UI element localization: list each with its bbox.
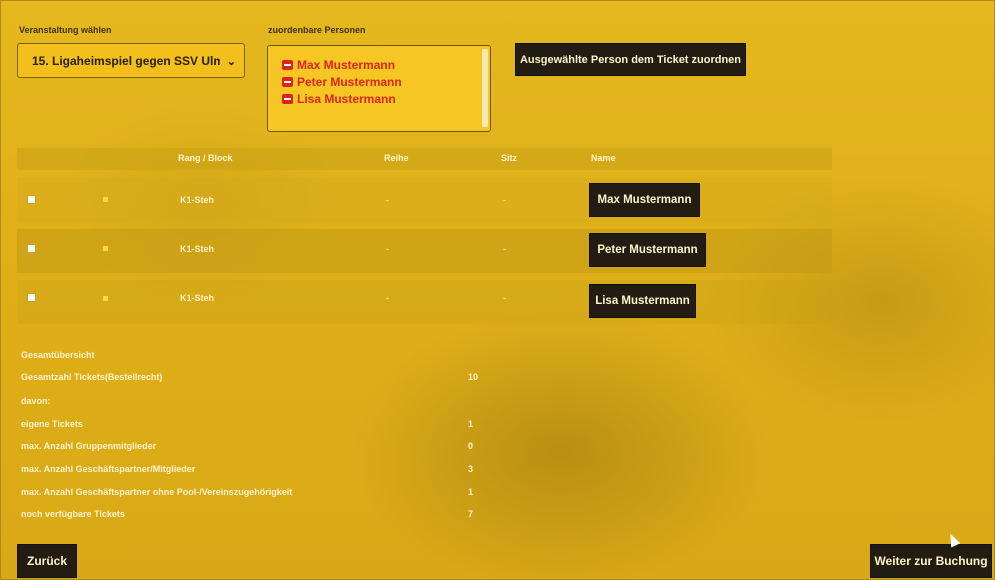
summary-label: davon: xyxy=(21,396,51,406)
person-name: Max Mustermann xyxy=(297,58,396,72)
cell-block: K1-Steh xyxy=(180,195,215,205)
table-header xyxy=(17,148,832,170)
cell-sitz: - xyxy=(503,195,506,205)
header-sitz: Sitz xyxy=(501,153,518,163)
event-select[interactable]: 15. Ligaheimspiel gegen SSV Ulm 1846 ⌄ xyxy=(17,43,245,78)
person-item[interactable]: Peter Mustermann xyxy=(282,75,402,89)
assigned-name-button[interactable]: Max Mustermann xyxy=(589,183,700,217)
color-marker xyxy=(103,197,108,202)
table-row xyxy=(17,229,832,273)
summary-value: 7 xyxy=(468,509,474,519)
summary-title: Gesamtübersicht xyxy=(21,350,95,360)
header-name: Name xyxy=(591,153,616,163)
summary-value: 3 xyxy=(468,464,474,474)
listbox-scrollbar[interactable] xyxy=(482,49,488,127)
person-name: Peter Mustermann xyxy=(297,75,402,89)
person-item[interactable]: Max Mustermann xyxy=(282,58,395,72)
assigned-name-button[interactable]: Peter Mustermann xyxy=(589,233,706,267)
row-checkbox[interactable] xyxy=(27,293,36,302)
persons-label: zuordenbare Personen xyxy=(268,25,366,35)
summary-value: 1 xyxy=(468,487,474,497)
row-checkbox[interactable] xyxy=(27,195,36,204)
cell-block: K1-Steh xyxy=(180,244,215,254)
summary-label: eigene Tickets xyxy=(21,419,83,429)
person-item[interactable]: Lisa Mustermann xyxy=(282,92,396,106)
summary-label: Gesamtzahl Tickets(Bestellrecht) xyxy=(21,372,163,382)
persons-listbox[interactable]: Max Mustermann Peter Mustermann Lisa Mus… xyxy=(267,45,491,132)
header-rang-block: Rang / Block xyxy=(178,153,233,163)
chevron-down-icon: ⌄ xyxy=(226,56,236,68)
assigned-name-button[interactable]: Lisa Mustermann xyxy=(589,284,696,318)
continue-booking-button[interactable]: Weiter zur Buchung xyxy=(870,544,992,578)
back-button[interactable]: Zurück xyxy=(17,544,77,578)
cell-reihe: - xyxy=(386,244,389,254)
summary-label: max. Anzahl Gruppenmitglieder xyxy=(21,441,157,451)
cell-sitz: - xyxy=(503,293,506,303)
summary-value: 0 xyxy=(468,441,474,451)
event-select-label: Veranstaltung wählen xyxy=(19,25,112,35)
table-row xyxy=(17,280,832,324)
cell-block: K1-Steh xyxy=(180,293,215,303)
cell-reihe: - xyxy=(386,195,389,205)
row-checkbox[interactable] xyxy=(27,244,36,253)
color-marker xyxy=(103,296,108,301)
person-name: Lisa Mustermann xyxy=(297,92,396,106)
cell-reihe: - xyxy=(386,293,389,303)
event-select-value: 15. Ligaheimspiel gegen SSV Ulm 1846 xyxy=(32,53,220,68)
summary-label: max. Anzahl Geschäftspartner/Mitglieder xyxy=(21,464,196,474)
header-reihe: Reihe xyxy=(384,153,409,163)
summary-value: 10 xyxy=(468,372,479,382)
assign-person-button[interactable]: Ausgewählte Person dem Ticket zuordnen xyxy=(515,43,746,76)
summary-value: 1 xyxy=(468,419,474,429)
remove-icon xyxy=(282,77,293,87)
summary-label: max. Anzahl Geschäftspartner ohne Pool-/… xyxy=(21,487,293,497)
table-row xyxy=(17,178,832,222)
color-marker xyxy=(103,246,108,251)
remove-icon xyxy=(282,60,293,70)
remove-icon xyxy=(282,94,293,104)
summary-label: noch verfügbare Tickets xyxy=(21,509,125,519)
cell-sitz: - xyxy=(503,244,506,254)
